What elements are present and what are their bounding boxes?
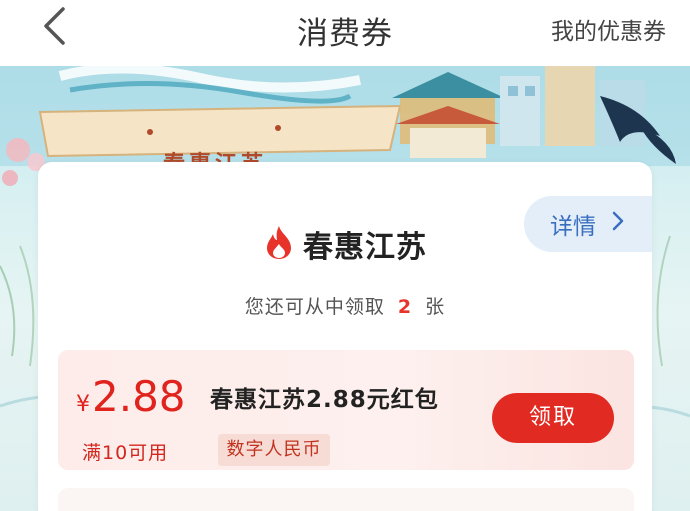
remaining-count-text: 您还可从中领取 2 张 bbox=[0, 292, 690, 319]
coupon-amount: ¥ 2.88 bbox=[76, 372, 186, 421]
subtitle-suffix: 张 bbox=[425, 296, 446, 318]
remaining-count: 2 bbox=[397, 296, 413, 318]
usage-condition: 满10可用 bbox=[82, 442, 169, 464]
claim-button[interactable]: 领取 bbox=[492, 393, 614, 443]
top-navbar: 消费券 我的优惠券 bbox=[0, 0, 690, 66]
subtitle-prefix: 您还可从中领取 bbox=[244, 296, 385, 318]
card-title: 春惠江苏 bbox=[303, 230, 427, 265]
amount-value: 2.88 bbox=[92, 372, 186, 421]
next-coupon-edge bbox=[58, 488, 634, 511]
payment-tag: 数字人民币 bbox=[218, 434, 330, 466]
flame-icon bbox=[263, 224, 295, 264]
currency-symbol: ¥ bbox=[76, 392, 90, 417]
card-title-row: 春惠江苏 bbox=[0, 222, 690, 266]
my-coupons-link[interactable]: 我的优惠券 bbox=[551, 12, 666, 46]
coupon-name: 春惠江苏2.88元红包 bbox=[210, 387, 439, 413]
